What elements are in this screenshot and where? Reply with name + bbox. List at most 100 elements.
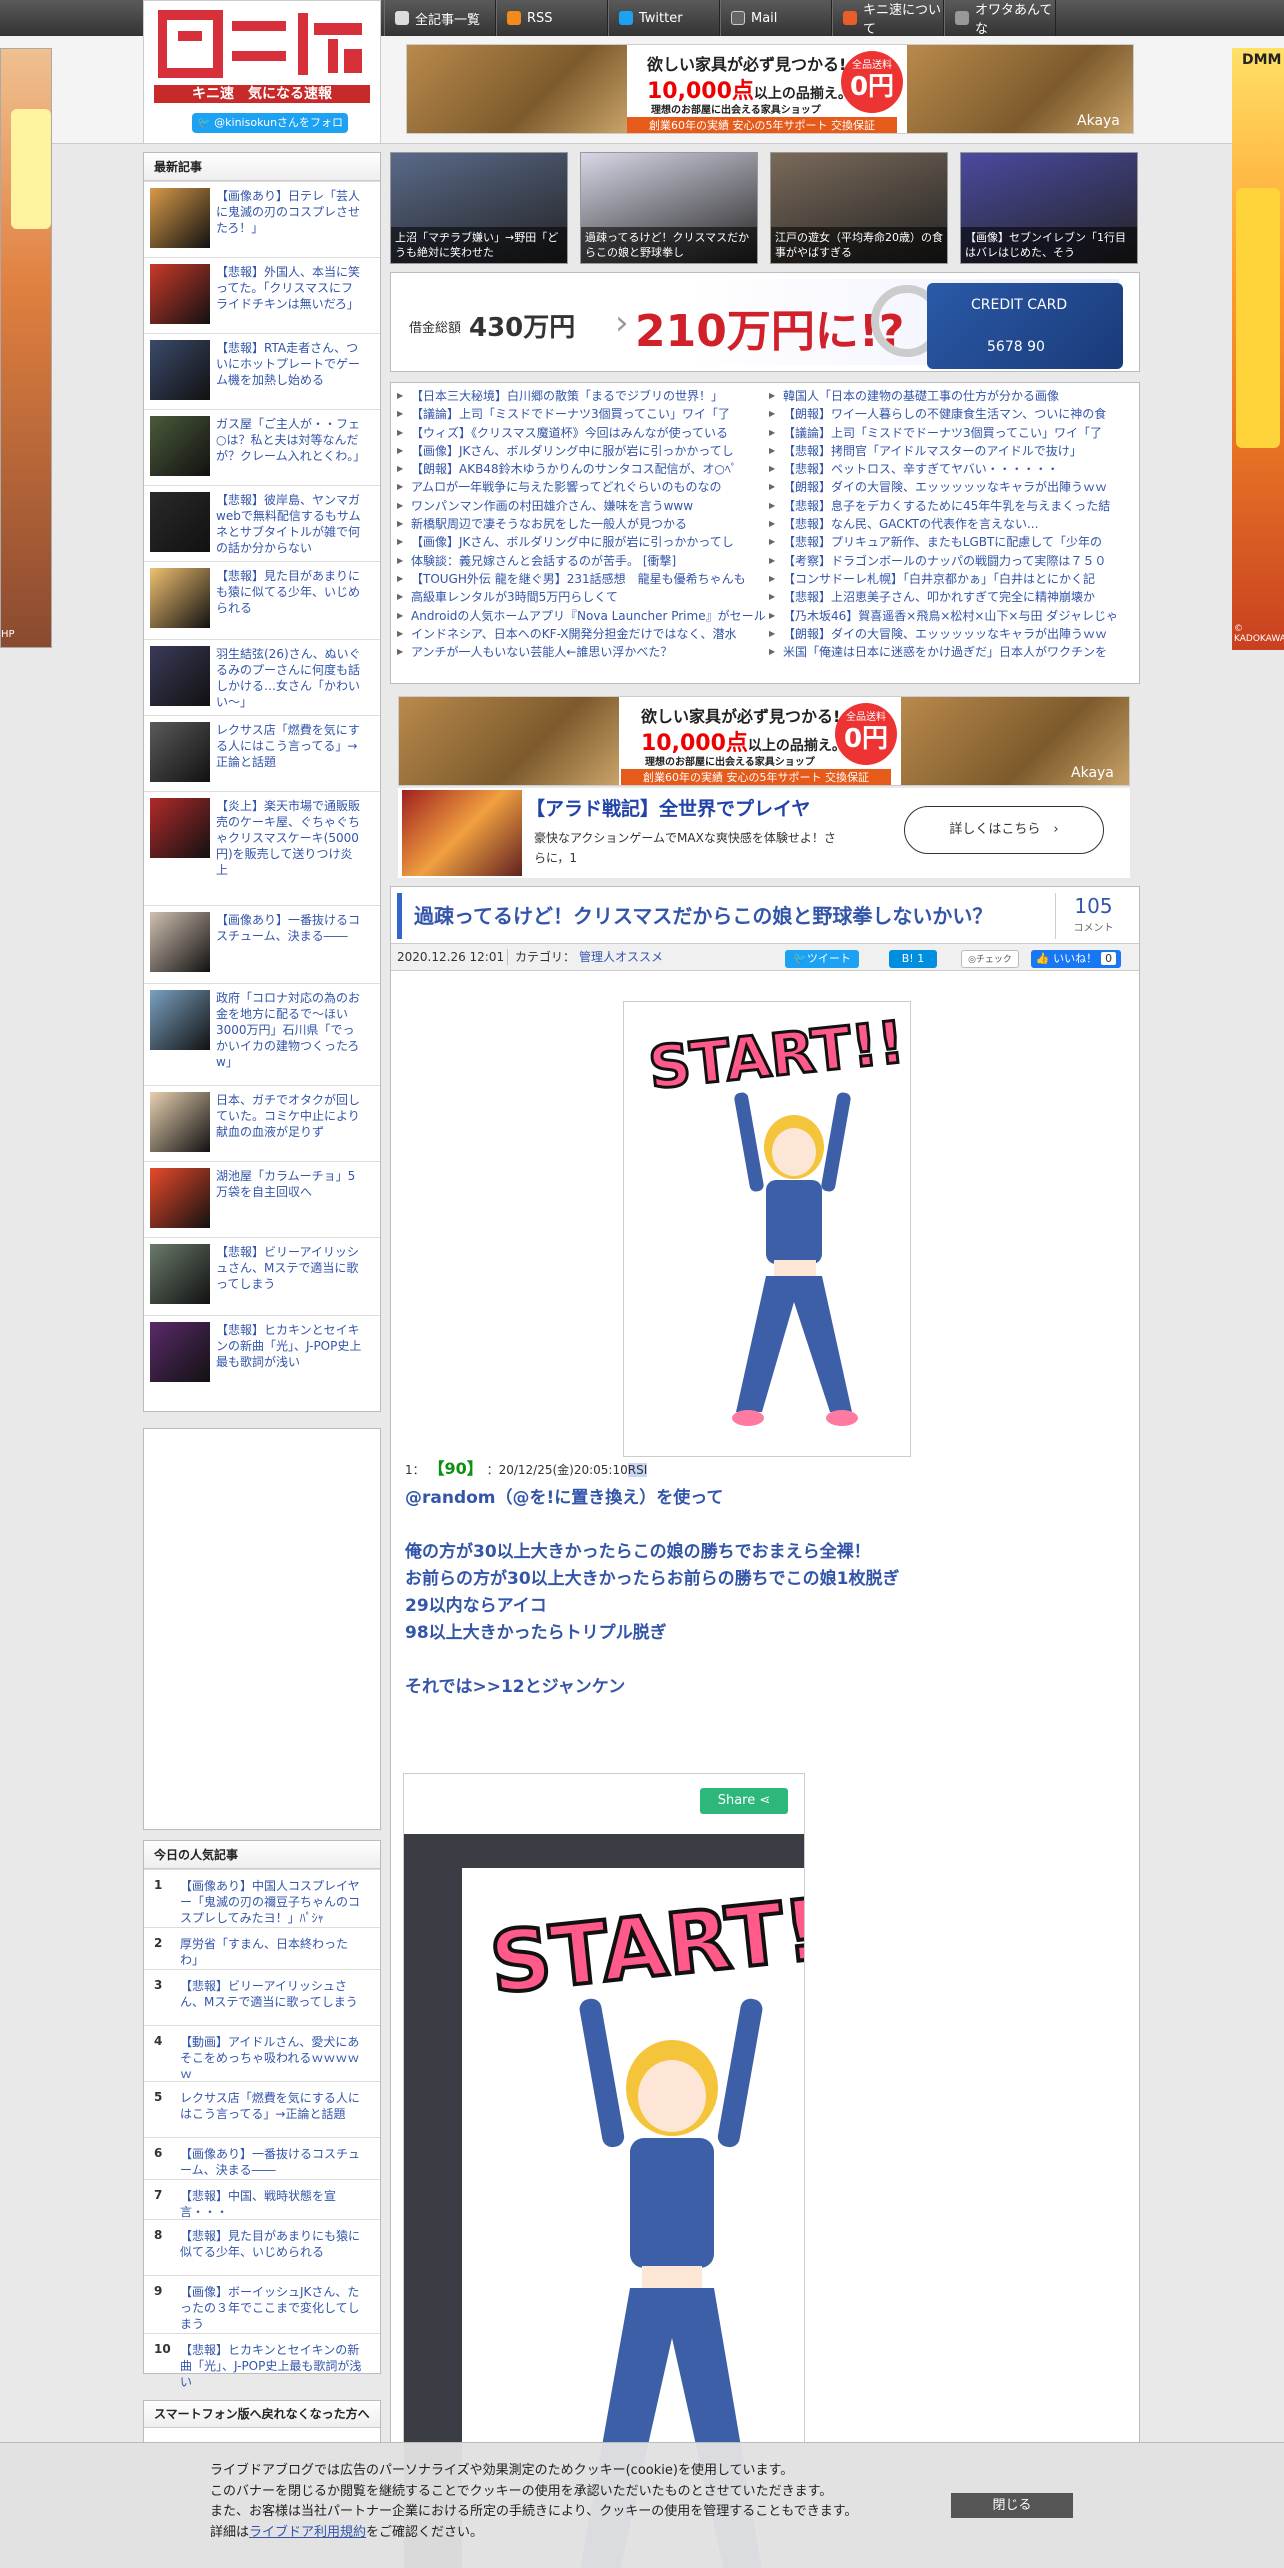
antenna-link[interactable]: 【悲報】息子をデカくするために45年牛乳を与えまくった結 xyxy=(767,497,1137,515)
recent-article-item[interactable]: 羽生結弦(26)さん、ぬいぐるみのプーさんに何度も話しかける…女さん「かわいい～… xyxy=(144,639,380,715)
recent-article-item[interactable]: 【悲報】外国人、本当に笑ってた。「クリスマスにフライドチキンは無いだろ」 xyxy=(144,257,380,333)
antenna-link[interactable]: 【コンサドーレ札幌】「白井京都かぁ」「白井はとにかく記 xyxy=(767,570,1137,588)
nav-label: 全記事一覧 xyxy=(415,12,481,28)
nav-rss[interactable]: RSS xyxy=(496,0,608,36)
left-side-ad[interactable]: HP xyxy=(0,48,52,648)
recent-article-item[interactable]: 【悲報】見た目があまりにも猿に似てる少年、いじめられる xyxy=(144,561,380,639)
right-side-ad[interactable]: DMM © KADOKAWA xyxy=(1232,48,1284,650)
antenna-link[interactable]: ワンパンマン作画の村田雄介さん、嫌味を言うwww xyxy=(395,497,765,515)
popular-article-item[interactable]: 6 【画像あり】一番抜けるコスチューム、決まる―― xyxy=(144,2137,380,2179)
popular-article-item[interactable]: 9 【画像】ボーイッシュJKさん、たったの３年でここまで変化してしまう xyxy=(144,2275,380,2333)
recent-article-item[interactable]: 政府「コロナ対応の為のお金を地方に配るで～ほい3000万円」石川県「でっかいイカ… xyxy=(144,983,380,1085)
site-logo[interactable]: キニ速 気になる速報 🐦 @kinisokunさんをフォロー xyxy=(143,0,381,149)
recent-article-item[interactable]: 湖池屋「カラムーチョ」5万袋を自主回収へ xyxy=(144,1161,380,1237)
antenna-link[interactable]: 【朗報】ダイの大冒険、エッッッッッなキャラが出陣うｗｗ xyxy=(767,625,1137,643)
antenna-link[interactable]: 【議論】上司「ミスドでドーナツ3個買ってこい」ワイ「了 xyxy=(395,405,765,423)
antenna-link[interactable]: 体験談：義兄嫁さんと会話するのが苦手。 [衝撃] xyxy=(395,552,765,570)
check-button[interactable]: ◎チェック xyxy=(961,950,1019,968)
nav-mail[interactable]: Mail xyxy=(720,0,832,36)
cookie-close-button[interactable]: 閉じる xyxy=(951,2493,1073,2518)
antenna-link[interactable]: 米国「俺達は日本に迷惑をかけ過ぎだ」日本人がワクチンを xyxy=(767,643,1137,661)
debt-ad-banner[interactable]: 借金総額 430万円 › 210万円に!? CREDIT CARD 5678 9… xyxy=(390,272,1140,372)
recent-article-title: 【悲報】RTA走者さん、ついにホットプレートでゲーム機を加熱し始める xyxy=(216,341,361,387)
furniture-ad-banner-2[interactable]: 欲しい家具が必ず見つかる! 10,000点以上の品揃え。 理想のお部屋に出会える… xyxy=(398,696,1130,786)
comment-count-box[interactable]: 105 コメント xyxy=(1055,893,1131,939)
antenna-link[interactable]: 【悲報】なん民、GACKTの代表作を言えない... xyxy=(767,515,1137,533)
antenna-link[interactable]: 【ウィズ】《クリスマス魔道杯》今回はみんなが使っている xyxy=(395,424,765,442)
terms-link[interactable]: ライブドア利用規約 xyxy=(249,2525,366,2540)
popular-article-item[interactable]: 10 【悲報】ヒカキンとセイキンの新曲「光」、J-POP史上最も歌詞が浅い xyxy=(144,2333,380,2389)
antenna-link[interactable]: 【乃木坂46】賀喜遥香×飛鳥×松村×山下×与田 ダジャレじゃ xyxy=(767,607,1137,625)
popular-article-item[interactable]: 1 【画像あり】中国人コスプレイヤー「鬼滅の刃の禰豆子ちゃんのコスプレしてみたヨ！… xyxy=(144,1869,380,1927)
antenna-link[interactable]: 新橋駅周辺で凄そうなお尻をした一般人が見つかる xyxy=(395,515,765,533)
recent-article-item[interactable]: 【悲報】彼岸島、ヤンマガwebで無料配信するもサムネとサブタイトルが雑で何の話か… xyxy=(144,485,380,561)
thumbnail-card[interactable]: 【画像】セブンイレブン「1行目はバレはじめた、そう xyxy=(960,152,1138,264)
nav-about[interactable]: キニ速について xyxy=(832,0,944,37)
tweet-button[interactable]: 🐦ツイート xyxy=(785,950,859,968)
facebook-like-button[interactable]: 👍 いいね！ 0 xyxy=(1031,950,1121,968)
recent-article-item[interactable]: 【炎上】楽天市場で通販販売のケーキ屋、ぐちゃぐちゃクリスマスケーキ(5000円)… xyxy=(144,791,380,905)
nav-twitter[interactable]: Twitter xyxy=(608,0,720,36)
recent-article-item[interactable]: ガス屋「ご主人が・・フェ○は？私と夫は対等なんだが？クレーム入れとくわ。」 xyxy=(144,409,380,485)
antenna-link[interactable]: 【悲報】拷問官「アイドルマスターのアイドルで抜け」 xyxy=(767,442,1137,460)
recent-article-item[interactable]: 日本、ガチでオタクが回していた。コミケ中止により献血の血液が足りず xyxy=(144,1085,380,1161)
recent-article-item[interactable]: 【画像あり】一番抜けるコスチューム、決まる―― xyxy=(144,905,380,983)
antenna-link[interactable]: 【議論】上司「ミスドでドーナツ3個買ってこい」ワイ「了 xyxy=(767,424,1137,442)
card-number: 5678 90 xyxy=(987,339,1045,355)
recent-article-thumbnail xyxy=(150,416,210,476)
antenna-link[interactable]: 【朗報】AKB48鈴木ゆうかりんのサンタコス配信が、オ○ﾍﾟ xyxy=(395,460,765,478)
antenna-link[interactable]: 【悲報】ペットロス、辛すぎてヤバい・・・・・・ xyxy=(767,460,1137,478)
cookie-consent-banner: ライブドアブログでは広告のパーソナライズや効果測定のためクッキー(cookie)… xyxy=(0,2442,1284,2568)
ad-free-shipping-badge: 全品送料 0円 xyxy=(841,51,903,113)
popular-rank: 9 xyxy=(154,2284,163,2298)
game-ad-banner[interactable]: 【アラド戦記】全世界でプレイヤ 豪快なアクションゲームでMAXな爽快感を体験せよ… xyxy=(398,788,1130,878)
furniture-ad-banner[interactable]: 欲しい家具が必ず見つかる! 10,000点以上の品揃え。 理想のお部屋に出会える… xyxy=(406,44,1134,134)
thumbnail-card[interactable]: 上沼「マヂラブ嫌い」→野田「どうも絶対に笑わせた xyxy=(390,152,568,264)
popular-article-item[interactable]: 2 厚労省「すまん、日本終わったわ」 xyxy=(144,1927,380,1969)
antenna-link[interactable]: 【朗報】ダイの大冒険、エッッッッッなキャラが出陣うｗｗ xyxy=(767,478,1137,496)
hatena-bookmark-button[interactable]: B! 1 xyxy=(889,950,937,968)
antenna-link[interactable]: 高級車レンタルが3時間5万円らしくて xyxy=(395,588,765,606)
nav-antenna[interactable]: オワタあんてな xyxy=(944,0,1056,37)
twitter-follow-button[interactable]: 🐦 @kinisokunさんをフォロー xyxy=(192,113,348,149)
nav-all-articles[interactable]: 全記事一覧 xyxy=(384,0,496,36)
popular-article-item[interactable]: 3 【悲報】ビリーアイリッシュさん、Mステで適当に歌ってしまう xyxy=(144,1969,380,2025)
popular-article-item[interactable]: 8 【悲報】見た目があまりにも猿に似てる少年、いじめられる xyxy=(144,2219,380,2275)
right-arm xyxy=(717,1998,763,2148)
ad-image xyxy=(407,45,627,133)
antenna-link[interactable]: 【朗報】ワイ一人暮らしの不健康食生活マン、ついに神の食 xyxy=(767,405,1137,423)
article-title[interactable]: 過疎ってるけど！クリスマスだからこの娘と野球拳しないかい？ xyxy=(397,893,1037,939)
popular-article-item[interactable]: 5 レクサス店「燃費を気にする人にはこう言ってる」→正論と話題 xyxy=(144,2081,380,2137)
popular-rank: 1 xyxy=(154,1878,163,1892)
antenna-link[interactable]: 【悲報】プリキュア新作、またもLGBTに配慮して「少年の xyxy=(767,533,1137,551)
game-ad-cta-button[interactable]: 詳しくはこちら › xyxy=(904,806,1104,854)
post-id: RSI xyxy=(627,1463,648,1477)
antenna-link[interactable]: 【画像】JKさん、ボルダリング中に服が岩に引っかかってし xyxy=(395,533,765,551)
antenna-link[interactable]: 【日本三大秘境】白川郷の散策「まるでジブリの世界！」 xyxy=(395,387,765,405)
share-button[interactable]: Share ⋖ xyxy=(700,1788,788,1814)
antenna-link[interactable]: 【考察】ドラゴンボールのナッパの戦闘力って実際は７５０ xyxy=(767,552,1137,570)
smartphone-heading[interactable]: スマートフォン版へ戻れなくなった方へ xyxy=(144,2401,380,2428)
antenna-link[interactable]: 【画像】JKさん、ボルダリング中に服が岩に引っかかってし xyxy=(395,442,765,460)
popular-article-item[interactable]: 4 【動画】アイドルさん、愛犬にあそこをめっちゃ吸われるｗｗｗｗｗ xyxy=(144,2025,380,2081)
antenna-link[interactable]: 【悲報】上沼恵美子さん、叩かれすぎて完全に精神崩壊か xyxy=(767,588,1137,606)
antenna-link[interactable]: アンチが一人もいない芸能人←誰思い浮かべた？ xyxy=(395,643,765,661)
recent-article-item[interactable]: 【悲報】RTA走者さん、ついにホットプレートでゲーム機を加熱し始める xyxy=(144,333,380,409)
recent-article-title: 【悲報】ビリーアイリッシュさん、Mステで適当に歌ってしまう xyxy=(216,1245,359,1291)
antenna-link[interactable]: 韓国人「日本の建物の基礎工事の仕方が分かる画像 xyxy=(767,387,1137,405)
antenna-link[interactable]: アムロが一年戦争に与えた影響ってどれぐらいのものなの xyxy=(395,478,765,496)
popular-article-item[interactable]: 7 【悲報】中国、戦時状態を宣言・・・ xyxy=(144,2179,380,2219)
recent-article-item[interactable]: レクサス店「燃費を気にする人にはこう言ってる」→正論と話題 xyxy=(144,715,380,791)
recent-article-item[interactable]: 【悲報】ヒカキンとセイキンの新曲「光」、J-POP史上最も歌詞が浅い xyxy=(144,1315,380,1411)
antenna-link[interactable]: インドネシア、日本へのKF-X開発分担金だけではなく、潜水 xyxy=(395,625,765,643)
article-main-image[interactable]: START!! xyxy=(623,1001,911,1457)
thumbnail-card[interactable]: 過疎ってるけど！クリスマスだからこの娘と野球拳し xyxy=(580,152,758,264)
main-nav: 全記事一覧 RSS Twitter Mail キニ速について オワタあんてな xyxy=(384,0,1056,37)
category-link[interactable]: 管理人オススメ xyxy=(579,944,663,970)
antenna-link[interactable]: Androidの人気ホームアプリ『Nova Launcher Prime』がセー… xyxy=(395,607,765,625)
start-text: START!! xyxy=(646,1008,908,1102)
antenna-link[interactable]: 【TOUGH外伝 龍を継ぐ男】231話感想 龍星も優希ちゃんも xyxy=(395,570,765,588)
recent-article-item[interactable]: 【悲報】ビリーアイリッシュさん、Mステで適当に歌ってしまう xyxy=(144,1237,380,1315)
recent-article-item[interactable]: 【画像あり】日テレ「芸人に鬼滅の刃のコスプレさせたろ！」 xyxy=(144,181,380,257)
thumbnail-card[interactable]: 江戸の遊女（平均寿命20歳）の食事がやばすぎる xyxy=(770,152,948,264)
